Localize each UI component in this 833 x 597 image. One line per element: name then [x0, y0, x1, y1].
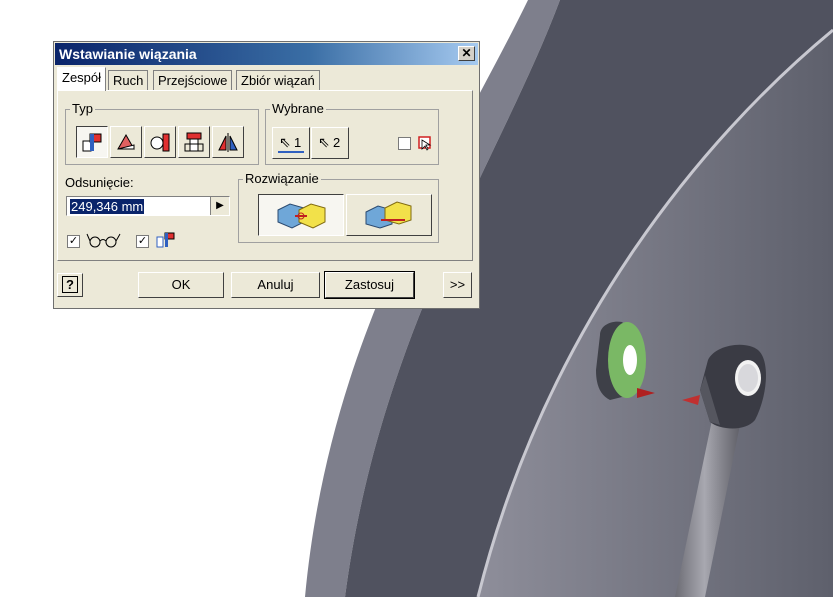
cursor-arrow-icon: ⇖	[318, 134, 330, 150]
solution-group-label: Rozwiązanie	[243, 171, 321, 186]
tab-zespol[interactable]: Zespół	[57, 67, 107, 91]
symmetry-icon	[218, 133, 238, 152]
dialog-titlebar[interactable]: Wstawianie wiązania ✕	[55, 43, 478, 65]
ok-button[interactable]: OK	[138, 272, 224, 298]
flush-solution-icon	[365, 201, 412, 229]
more-button[interactable]: >>	[443, 272, 472, 298]
angle-icon	[117, 133, 135, 150]
selection-2-label: 2	[333, 135, 341, 150]
angle-constraint-button[interactable]	[110, 126, 142, 158]
help-icon: ?	[62, 276, 78, 293]
symmetry-constraint-button[interactable]	[212, 126, 244, 158]
help-button[interactable]: ?	[57, 273, 83, 297]
show-preview-checkbox[interactable]: ✓	[67, 235, 80, 248]
mate-solution-button[interactable]	[258, 194, 344, 236]
offset-arrow-button[interactable]: ▶	[210, 197, 229, 215]
selected-group-label: Wybrane	[270, 101, 326, 116]
tangent-constraint-button[interactable]	[144, 126, 176, 158]
mate-constraint-button[interactable]	[76, 126, 108, 158]
tangent-icon	[150, 133, 170, 152]
offset-input[interactable]: 249,346 mm ▶	[66, 196, 230, 216]
tab-przejsciowe[interactable]: Przejściowe	[153, 70, 233, 90]
insert-constraint-dialog: Wstawianie wiązania ✕ Zespół Ruch Przejś…	[53, 41, 480, 309]
tab-zbior-wiazan[interactable]: Zbiór wiązań	[236, 70, 320, 90]
pick-part-first-icon	[418, 136, 432, 151]
cancel-button[interactable]: Anuluj	[231, 272, 320, 298]
type-group-label: Typ	[70, 101, 95, 116]
insert-icon	[184, 132, 204, 152]
apply-button[interactable]: Zastosuj	[324, 271, 415, 299]
tab-ruch[interactable]: Ruch	[108, 70, 149, 90]
selection-1-underline	[278, 151, 304, 153]
offset-label: Odsunięcie:	[65, 175, 134, 190]
flush-solution-button[interactable]	[346, 194, 432, 236]
selection-2-button[interactable]: ⇖ 2	[311, 127, 349, 159]
close-button[interactable]: ✕	[458, 46, 475, 61]
selection-1-label: 1	[294, 135, 302, 150]
predict-offset-checkbox[interactable]: ✓	[136, 235, 149, 248]
mate-solution-icon	[277, 203, 326, 229]
mate-icon	[82, 133, 102, 152]
cursor-arrow-icon: ⇖	[279, 134, 291, 150]
insert-constraint-button[interactable]	[178, 126, 210, 158]
predict-offset-icon	[156, 232, 175, 248]
dialog-title: Wstawianie wiązania	[59, 46, 197, 62]
selection-1-button[interactable]: ⇖ 1	[272, 127, 310, 159]
pick-part-first-checkbox[interactable]	[398, 137, 411, 150]
glasses-icon	[86, 233, 121, 248]
offset-value: 249,346 mm	[70, 199, 145, 214]
